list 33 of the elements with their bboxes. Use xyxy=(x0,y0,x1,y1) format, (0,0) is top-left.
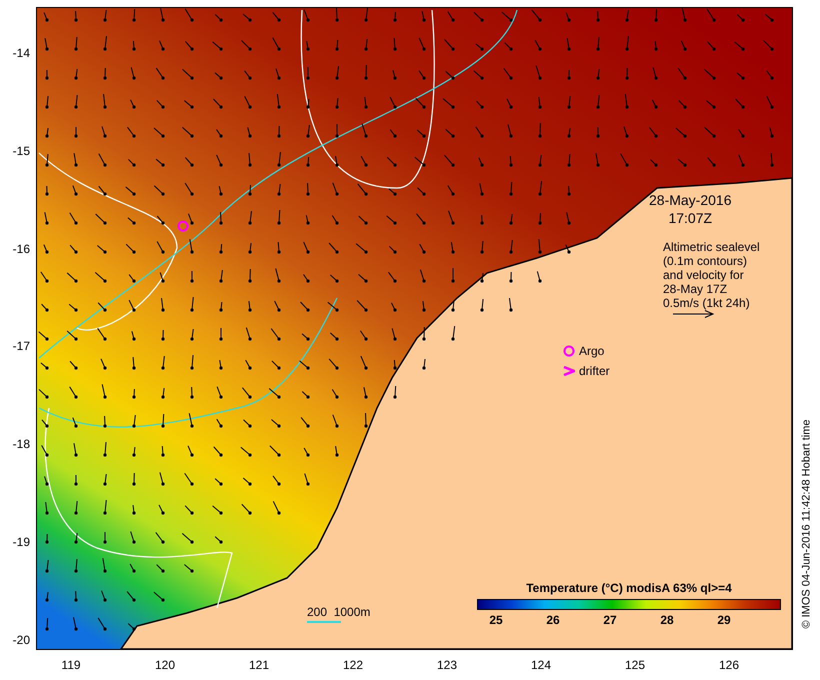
colorbar-tick-label: 26 xyxy=(546,614,560,626)
colorbar-tick-label: 25 xyxy=(489,614,503,626)
latitude-label: -20 xyxy=(12,634,30,646)
longitude-label: 119 xyxy=(61,659,81,671)
legend-label: Argo xyxy=(579,345,604,357)
colorbar-tick-label: 29 xyxy=(717,614,731,626)
latitude-label: -15 xyxy=(12,144,30,157)
latitude-label: -14 xyxy=(12,47,30,59)
longitude-label: 120 xyxy=(154,659,176,671)
latitude-label: -18 xyxy=(12,438,30,450)
drifter-chevron-icon xyxy=(563,365,575,377)
depth-contour-key-line xyxy=(307,621,341,623)
colorbar-title: Temperature (°C) modisA 63% ql>=4 xyxy=(526,582,732,594)
latitude-label: -19 xyxy=(12,536,30,548)
colorbar-tick-label: 28 xyxy=(660,614,674,626)
overlay-note: Altimetric sealevel (0.1m contours) and velocity for 28-May 17Z 0.5m/s (1kt 24h) xyxy=(663,240,760,310)
date-label: 28-May-2016 xyxy=(649,191,732,209)
velocity-scale-arrow xyxy=(673,310,715,318)
argo-float-icon xyxy=(177,220,189,232)
depth-scale-label: 200 1000m xyxy=(307,606,370,618)
colorbar-tick-label: 27 xyxy=(603,614,617,626)
longitude-label: 125 xyxy=(624,659,646,671)
credit-text: © IMOS 04-Jun-2016 11:42:48 Hobart time xyxy=(802,419,812,629)
longitude-label: 123 xyxy=(436,659,458,671)
argo-float-icon xyxy=(563,345,575,357)
longitude-label: 126 xyxy=(718,659,740,671)
longitude-label: 122 xyxy=(342,659,364,671)
latitude-label: -16 xyxy=(12,242,30,255)
longitude-label: 124 xyxy=(530,659,552,671)
longitude-label: 121 xyxy=(248,659,270,671)
time-label: 17:07Z xyxy=(668,209,712,227)
latitude-label: -17 xyxy=(12,340,30,352)
legend-label: drifter xyxy=(579,365,610,377)
